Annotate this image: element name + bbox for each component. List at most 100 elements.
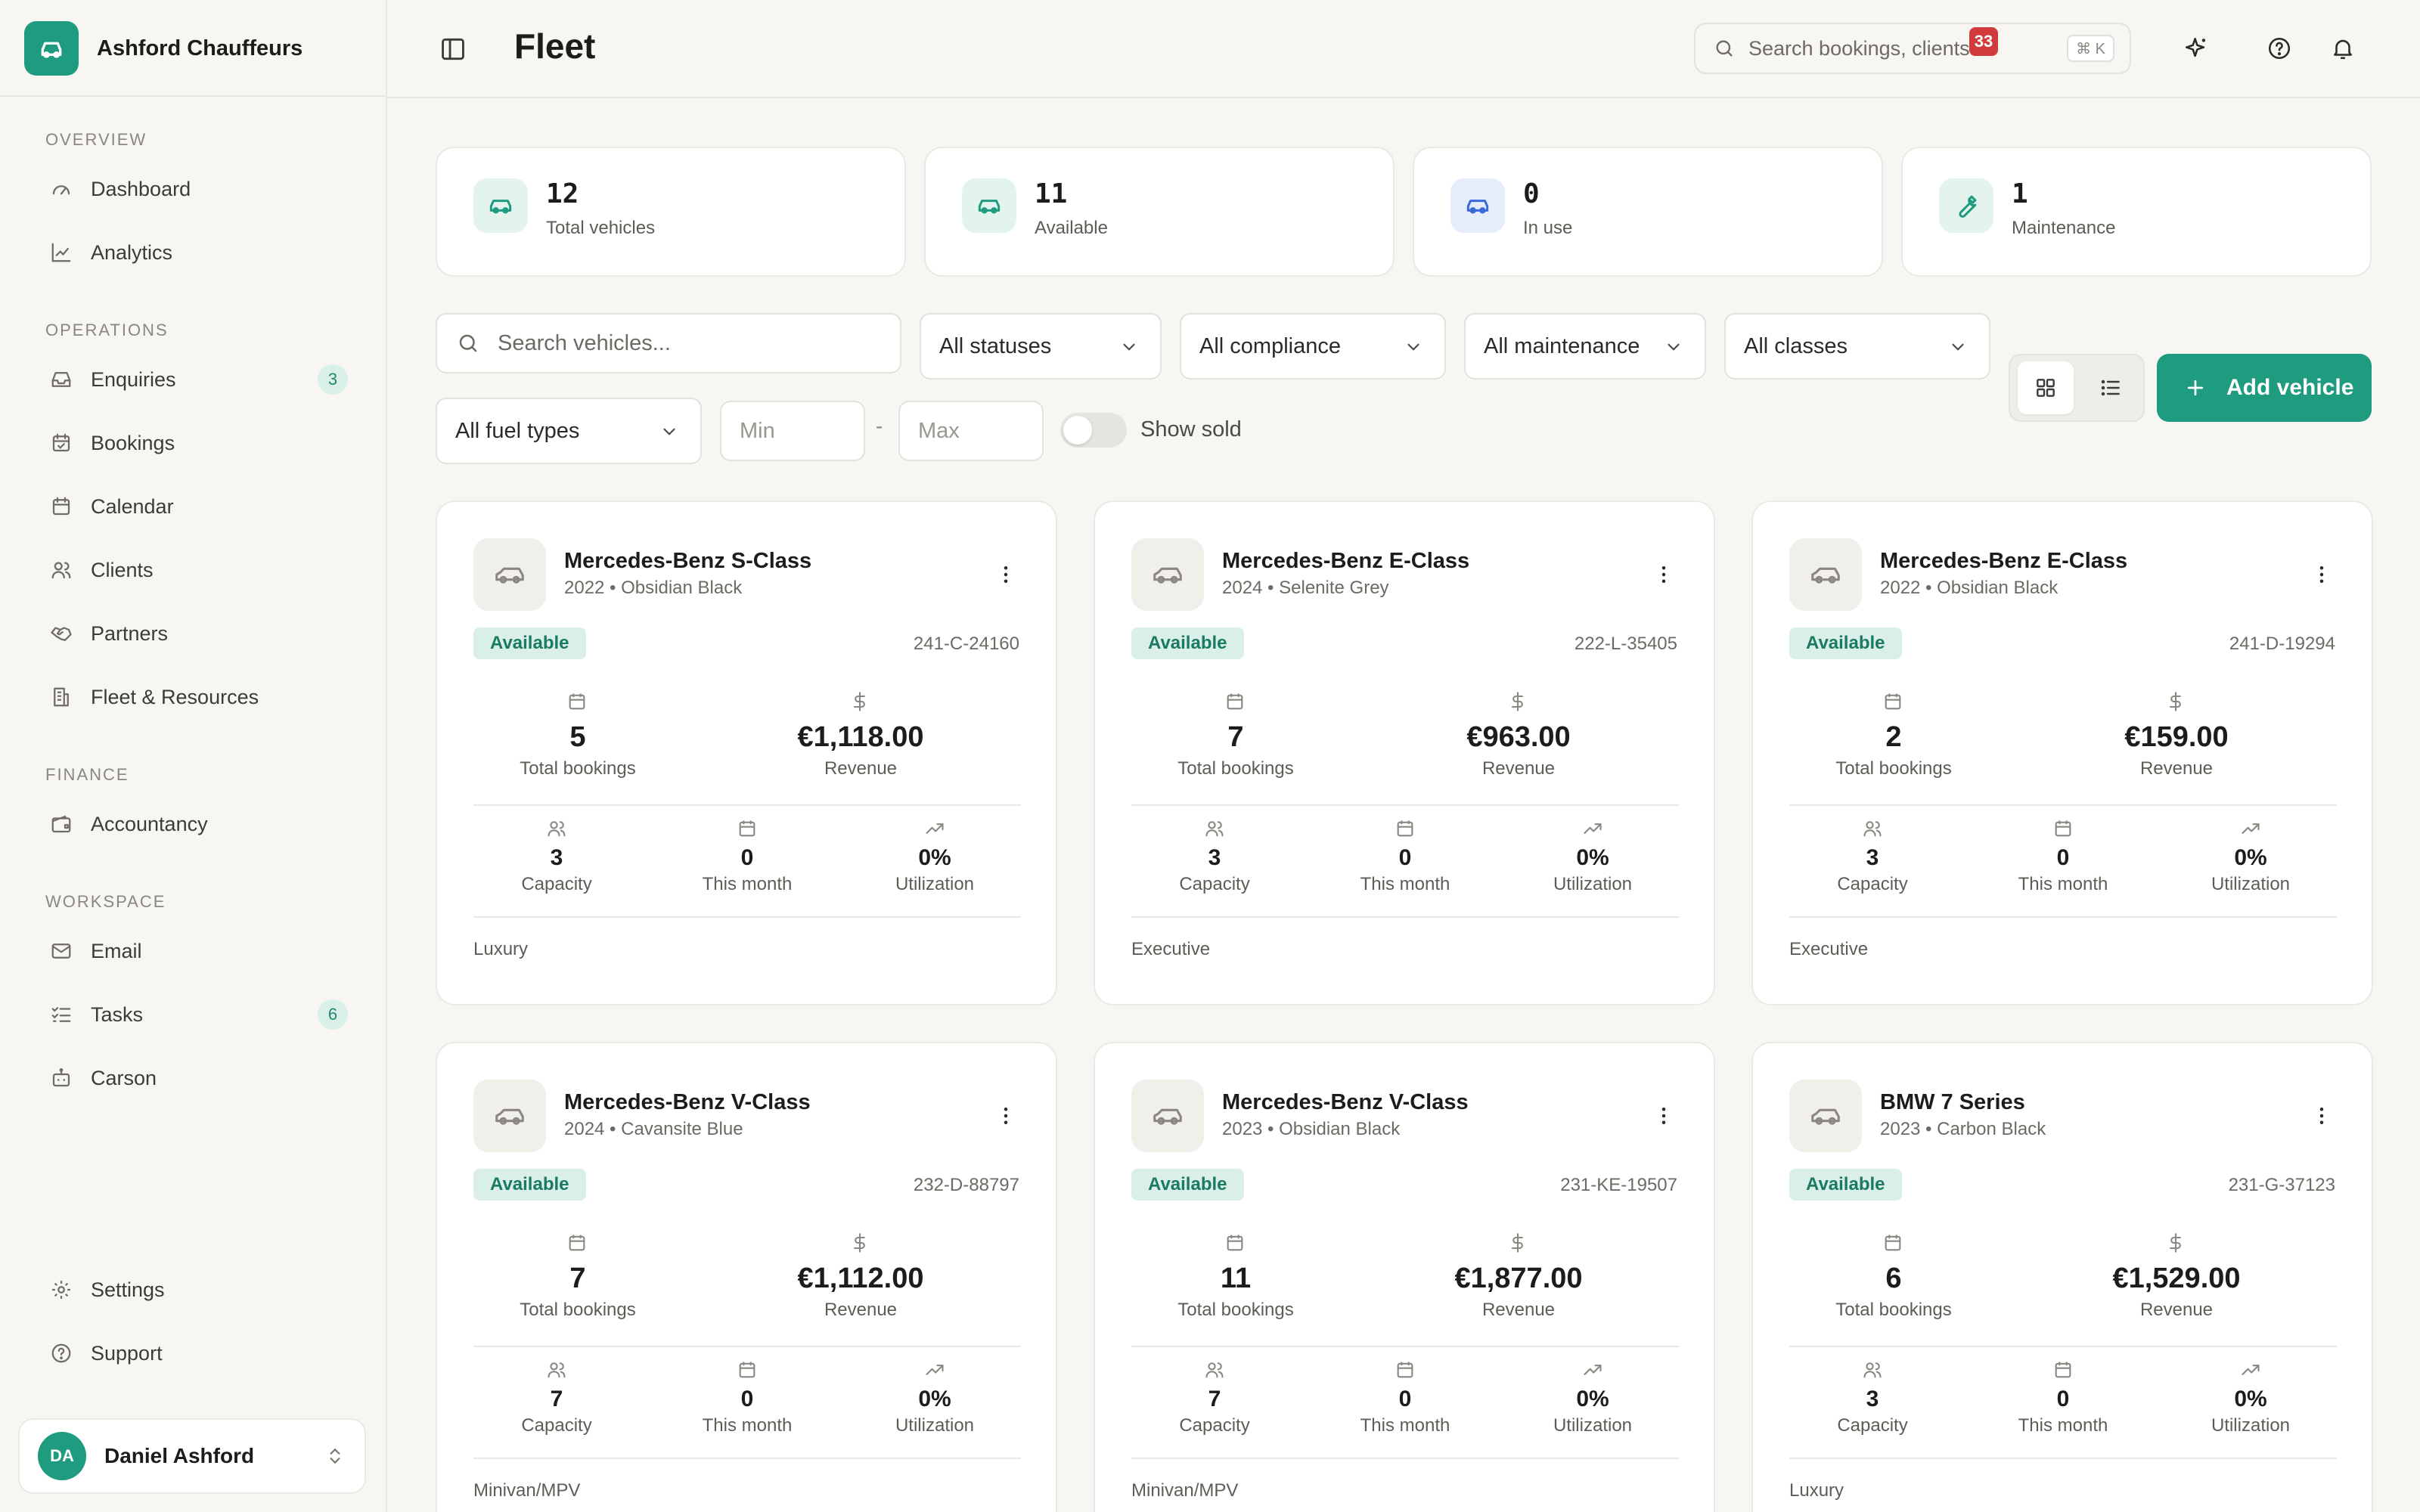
dollar-icon [1507, 1232, 1530, 1255]
help-circle-icon [48, 1340, 74, 1366]
revenue-metric: €1,529.00 Revenue [2063, 1232, 2290, 1321]
this-month-metric: 0 This month [664, 818, 830, 895]
vehicle-card[interactable]: Mercedes-Benz V-Class 2023 • Obsidian Bla… [1094, 1042, 1715, 1512]
more-vertical-icon[interactable] [2307, 559, 2337, 590]
user-menu[interactable]: DA Daniel Ashford [18, 1418, 366, 1494]
vehicle-card[interactable]: Mercedes-Benz V-Class 2024 • Cavansite Bl… [436, 1042, 1057, 1512]
bell-icon[interactable] [2328, 33, 2358, 64]
metric-label: Total bookings [1835, 1300, 1952, 1320]
metric-value: 0% [918, 1387, 951, 1411]
more-vertical-icon[interactable] [2307, 1101, 2337, 1131]
sidebar-item-clients[interactable]: Clients [30, 543, 363, 597]
stat-label: Total vehicles [546, 218, 656, 238]
vehicle-year-color: 2024 • Cavansite Blue [564, 1119, 743, 1139]
sidebar-item-label: Enquiries [91, 367, 176, 391]
fuel-filter-select[interactable]: All fuel types [436, 398, 702, 464]
stat-label: Available [1035, 218, 1108, 238]
sidebar-item-accountancy[interactable]: Accountancy [30, 797, 363, 851]
sparkles-icon[interactable] [2181, 33, 2211, 64]
sidebar-item-enquiries[interactable]: Enquiries 3 [30, 352, 363, 407]
vehicle-card[interactable]: Mercedes-Benz E-Class 2024 • Selenite Gre… [1094, 500, 1715, 1005]
vehicle-card[interactable]: Mercedes-Benz E-Class 2022 • Obsidian Bla… [1751, 500, 2373, 1005]
help-circle-icon[interactable] [2264, 33, 2294, 64]
metric-label: Revenue [2139, 1300, 2214, 1320]
this-month-metric: 0 This month [1980, 818, 2146, 895]
vehicle-search-input[interactable]: Search vehicles... [436, 313, 901, 373]
metric-label: This month [2018, 874, 2108, 894]
calendar-icon [737, 1359, 758, 1380]
sidebar-toggle-icon[interactable] [439, 35, 467, 64]
divider [1131, 916, 1679, 918]
divider [1131, 1458, 1679, 1459]
tasks-count-badge: 6 [318, 999, 348, 1030]
user-name: Daniel Ashford [104, 1444, 255, 1467]
sidebar-item-partners[interactable]: Partners [30, 606, 363, 661]
metric-value: 0 [740, 1387, 754, 1411]
calendar-icon [2052, 1359, 2074, 1380]
more-vertical-icon[interactable] [1649, 559, 1679, 590]
show-sold-toggle[interactable] [1060, 413, 1127, 448]
trending-up-icon [924, 1359, 945, 1380]
global-search-input[interactable]: Search bookings, clients... ⌘ K [1694, 23, 2131, 74]
users-icon [546, 818, 567, 839]
sidebar-item-label: Bookings [91, 431, 175, 454]
metric-value: €1,112.00 [797, 1263, 924, 1294]
stat-card-maintenance: 1 Maintenance [1901, 147, 2372, 277]
sidebar-item-calendar[interactable]: Calendar [30, 479, 363, 534]
status-filter-select[interactable]: All statuses [920, 313, 1162, 380]
plus-icon [2184, 376, 2207, 399]
divider [1131, 804, 1679, 806]
grid-icon [2034, 376, 2058, 400]
vehicle-class: Minivan/MPV [1131, 1480, 1239, 1501]
metric-label: Utilization [895, 874, 975, 894]
status-badge: Available [1131, 627, 1244, 659]
metric-label: Capacity [521, 874, 592, 894]
sidebar-item-fleet-resources[interactable]: Fleet & Resources [30, 670, 363, 724]
add-vehicle-button[interactable]: Add vehicle [2157, 354, 2372, 422]
more-vertical-icon[interactable] [991, 559, 1021, 590]
sidebar-item-carson[interactable]: Carson [30, 1051, 363, 1105]
calendar-icon [1882, 691, 1905, 714]
this-month-metric: 0 This month [664, 1359, 830, 1436]
metric-label: Total bookings [1177, 758, 1294, 779]
more-vertical-icon[interactable] [1649, 1101, 1679, 1131]
metric-value: 2 [1885, 721, 1902, 753]
more-vertical-icon[interactable] [991, 1101, 1021, 1131]
grid-view-button[interactable] [2018, 361, 2074, 414]
sidebar-item-support[interactable]: Support [30, 1326, 363, 1380]
metric-value: €1,529.00 [2112, 1263, 2241, 1294]
vehicle-card[interactable]: BMW 7 Series 2023 • Carbon Black Available… [1751, 1042, 2373, 1512]
list-view-button[interactable] [2083, 361, 2139, 414]
revenue-metric: €159.00 Revenue [2063, 691, 2290, 779]
metric-label: Revenue [824, 1300, 898, 1320]
metric-value: 7 [1227, 721, 1244, 753]
sidebar-item-settings[interactable]: Settings [30, 1263, 363, 1317]
total-bookings-metric: 2 Total bookings [1780, 691, 2007, 779]
sidebar-item-analytics[interactable]: Analytics [30, 225, 363, 280]
compliance-filter-select[interactable]: All compliance [1180, 313, 1446, 380]
list-icon [2099, 376, 2123, 400]
sidebar-item-dashboard[interactable]: Dashboard [30, 162, 363, 216]
brand[interactable]: Ashford Chauffeurs [24, 21, 302, 76]
utilization-metric: 0% Utilization [1509, 818, 1676, 895]
maintenance-filter-select[interactable]: All maintenance [1464, 313, 1706, 380]
car-icon [473, 178, 528, 233]
calendar-icon [48, 494, 74, 519]
divider [1789, 1346, 2337, 1347]
metric-value: 3 [1866, 1387, 1879, 1411]
sidebar-item-bookings[interactable]: Bookings [30, 416, 363, 470]
total-bookings-metric: 6 Total bookings [1780, 1232, 2007, 1321]
enquiries-count-badge: 3 [318, 364, 348, 395]
min-price-input[interactable]: Min [720, 401, 865, 461]
sidebar-item-tasks[interactable]: Tasks 6 [30, 987, 363, 1042]
metric-value: 0% [2234, 1387, 2267, 1411]
nav-section-overview: OVERVIEW [45, 130, 147, 149]
metric-label: Utilization [895, 1415, 975, 1436]
vehicle-card[interactable]: Mercedes-Benz S-Class 2022 • Obsidian Bla… [436, 500, 1057, 1005]
class-filter-select[interactable]: All classes [1724, 313, 1990, 380]
max-price-input[interactable]: Max [898, 401, 1044, 461]
vehicle-year-color: 2024 • Selenite Grey [1222, 578, 1389, 598]
metric-value: 5 [569, 721, 586, 753]
sidebar-item-email[interactable]: Email [30, 924, 363, 978]
sidebar-item-label: Carson [91, 1066, 157, 1089]
